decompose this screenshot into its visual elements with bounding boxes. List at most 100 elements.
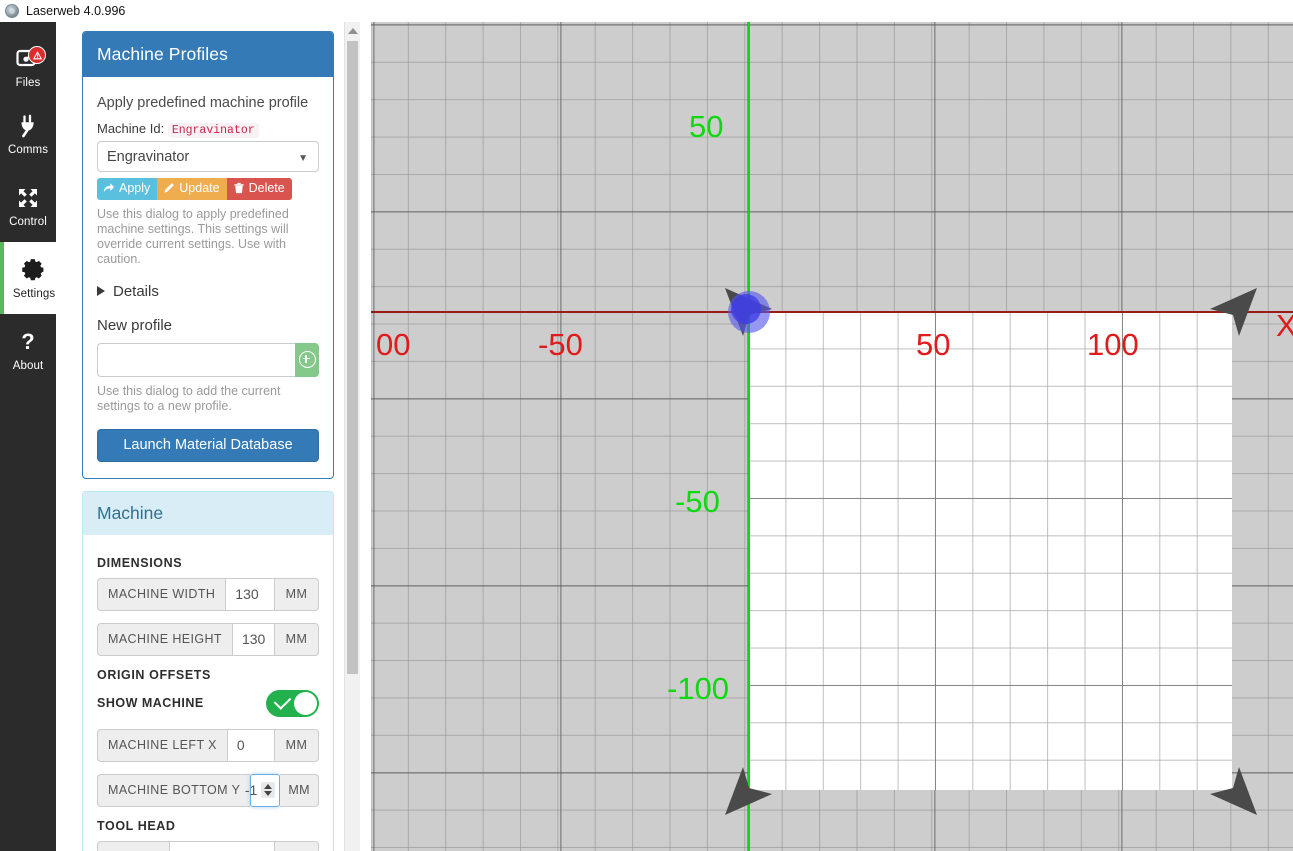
caret-up-icon (347, 27, 358, 34)
launch-material-database-button[interactable]: Launch Material Database (97, 428, 319, 462)
group-label-origin-offsets: ORIGIN OFFSETS (97, 667, 211, 682)
settings-panel: Machine Profiles Apply predefined machin… (60, 22, 360, 851)
apply-profile-lead: Apply predefined machine profile (97, 95, 309, 111)
sidebar-item-label-control: Control (9, 215, 47, 228)
y-tick-label-50: 50 (689, 109, 724, 144)
x-tick-label--50: -50 (538, 327, 583, 362)
workspace-canvas[interactable]: 00 -50 50 100 X 50 -50 -100 (371, 22, 1293, 851)
corner-marker-bottom-right (1210, 767, 1257, 815)
group-label-tool-head: TOOL HEAD (97, 818, 176, 833)
machine-card: Machine DIMENSIONS MACHINE WIDTH 130 MM … (82, 490, 334, 851)
y-tick-label--100: -100 (667, 671, 730, 706)
apply-button-label: Apply (119, 181, 151, 195)
arrows-icon (15, 185, 41, 211)
field-label-machine-left-x: MACHINE LEFT X (97, 728, 227, 762)
sidebar-nav: Files Comms Control Settings ? About (0, 22, 64, 851)
profile-select-value: Engravinator (107, 148, 190, 165)
corner-marker-top-right (1210, 288, 1257, 336)
rail-spacer-top (0, 22, 56, 36)
field-unit-beam-diameter: MM (275, 840, 319, 851)
field-machine-left-x: MACHINE LEFT X 0 MM (97, 728, 319, 762)
scroll-up-button[interactable] (345, 22, 360, 39)
show-machine-row: SHOW MACHINE (97, 689, 319, 717)
sidebar-item-settings[interactable]: Settings (0, 242, 64, 314)
machine-profiles-body: Apply predefined machine profile Machine… (83, 77, 333, 478)
x-tick-label-100: 100 (1087, 327, 1139, 362)
field-label-machine-width: MACHINE WIDTH (97, 577, 226, 611)
machine-header: Machine (83, 491, 333, 535)
sidebar-item-label-comms: Comms (7, 143, 49, 156)
machine-id-row: Machine Id: Engravinator (97, 121, 319, 138)
number-stepper-machine-bottom-y[interactable] (261, 782, 276, 798)
field-label-machine-bottom-y: MACHINE BOTTOM Y (97, 773, 251, 807)
field-machine-width: MACHINE WIDTH 130 MM (97, 577, 319, 611)
machine-bed-grid-major (748, 311, 1232, 790)
show-machine-toggle[interactable] (266, 689, 319, 717)
new-profile-input-group (97, 342, 319, 377)
sidebar-item-control[interactable]: Control (0, 170, 56, 242)
update-button-label: Update (179, 181, 220, 195)
delete-button[interactable]: Delete (226, 178, 292, 200)
field-unit-machine-left-x: MM (275, 728, 319, 762)
x-tick-label-50: 50 (916, 327, 951, 362)
files-warning-badge (28, 46, 46, 64)
stepper-down-icon[interactable] (264, 791, 273, 796)
profile-action-buttons: Apply Update Delete (97, 178, 319, 200)
window-title: Laserweb 4.0.996 (26, 4, 126, 18)
add-profile-button[interactable] (295, 342, 319, 377)
field-machine-height: MACHINE HEIGHT 130 MM (97, 622, 319, 656)
field-value-machine-height[interactable]: 130 (231, 622, 275, 656)
apply-button[interactable]: Apply (97, 178, 158, 200)
field-unit-machine-height: MM (275, 622, 319, 656)
toggle-knob (294, 691, 317, 715)
settings-scrollbar[interactable] (344, 22, 360, 851)
x-tick-label--100: 00 (376, 327, 411, 362)
field-value-machine-width[interactable]: 130 (225, 577, 275, 611)
svg-text:?: ? (21, 329, 34, 354)
stepper-up-icon[interactable] (264, 784, 273, 789)
x-axis-line (371, 311, 1293, 313)
sidebar-item-label-about: About (12, 359, 44, 372)
field-machine-bottom-y: MACHINE BOTTOM Y -1 MM (97, 773, 319, 807)
apply-hint-text: Use this dialog to apply predefined mach… (97, 206, 289, 266)
machine-id-value: Engravinator (167, 123, 259, 138)
profile-select[interactable]: Engravinator ▼ (97, 141, 319, 172)
field-value-beam-diameter[interactable]: 0.2 (169, 840, 275, 851)
machine-id-label: Machine Id: (97, 121, 165, 136)
delete-button-label: Delete (248, 181, 285, 195)
field-unit-machine-bottom-y: MM (280, 773, 319, 807)
sidebar-item-comms[interactable]: Comms (0, 98, 56, 170)
machine-profiles-card: Machine Profiles Apply predefined machin… (82, 31, 334, 479)
field-beam-diameter: BEAM Ø 0.2 MM (97, 840, 319, 851)
field-value-machine-bottom-y[interactable]: -1 (245, 773, 281, 807)
machine-body: DIMENSIONS MACHINE WIDTH 130 MM MACHINE … (83, 535, 333, 851)
sidebar-item-about[interactable]: ? About (0, 314, 56, 386)
corner-marker-bottom-left (725, 767, 772, 815)
y-tick-label--50: -50 (675, 484, 720, 519)
settings-panel-content: Machine Profiles Apply predefined machin… (60, 22, 344, 851)
share-arrow-icon (103, 183, 115, 193)
sidebar-item-files[interactable]: Files (0, 36, 56, 98)
sidebar-item-label-settings: Settings (12, 287, 56, 300)
plus-circle-icon (298, 351, 316, 368)
scrollbar-thumb[interactable] (347, 41, 358, 674)
add-hint-text: Use this dialog to add the current setti… (97, 383, 281, 413)
question-icon: ? (15, 329, 41, 355)
pointer-cursor (731, 294, 761, 324)
update-button[interactable]: Update (157, 178, 227, 200)
details-toggle[interactable]: Details (97, 283, 319, 300)
trash-icon (233, 183, 244, 194)
triangle-right-icon (97, 286, 105, 296)
field-label-beam-diameter: BEAM Ø (97, 840, 170, 851)
field-value-machine-left-x[interactable]: 0 (226, 728, 275, 762)
window-titlebar: Laserweb 4.0.996 (0, 0, 1293, 22)
field-label-machine-height: MACHINE HEIGHT (97, 622, 232, 656)
group-label-dimensions: DIMENSIONS (97, 555, 183, 570)
y-axis-line (748, 22, 750, 851)
x-axis-name-label: X (1276, 308, 1293, 343)
new-profile-input[interactable] (97, 342, 295, 377)
check-icon (273, 691, 292, 710)
field-value-text-machine-bottom-y: -1 (244, 782, 258, 798)
details-label: Details (113, 282, 159, 300)
field-unit-machine-width: MM (275, 577, 319, 611)
